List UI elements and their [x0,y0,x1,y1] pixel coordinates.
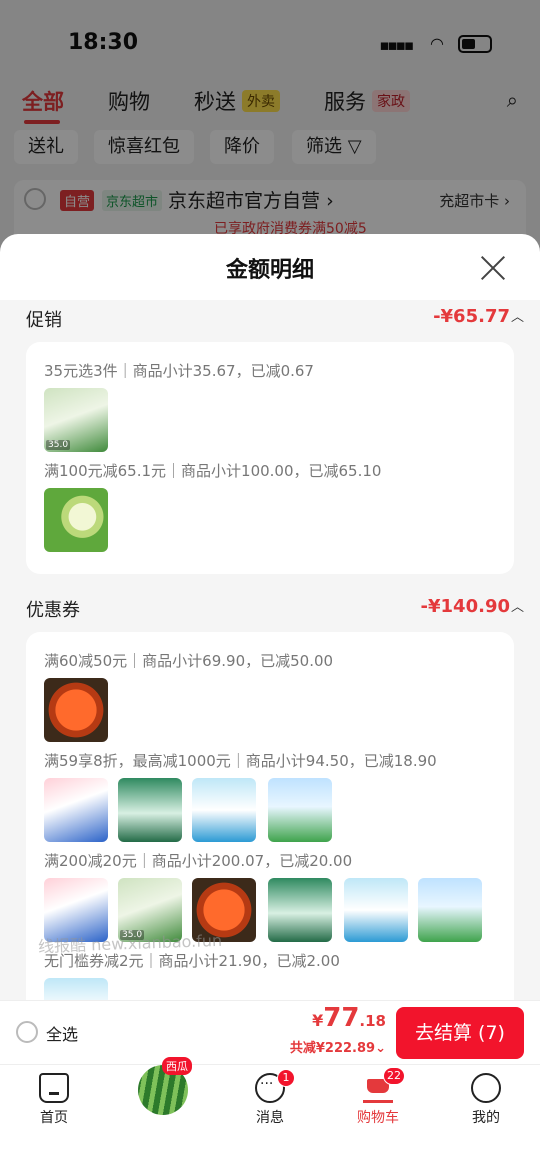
coupon-amount: -¥140.90 [420,596,510,617]
product-thumbnail[interactable] [268,878,332,942]
currency-symbol: ¥ [312,1011,324,1030]
cart-icon: 22 [363,1067,405,1103]
message-icon: 1 [255,1069,295,1103]
product-thumbnail[interactable] [268,778,332,842]
product-thumbnail[interactable] [118,778,182,842]
promo-rule: 满100元减65.1元｜商品小计100.00，已减65.10 [44,462,382,480]
product-thumbnail[interactable] [192,778,256,842]
select-all-label[interactable]: 全选 [46,1021,78,1045]
total-price: ¥77.18 [312,1003,386,1033]
user-icon [471,1073,501,1103]
product-thumbnail[interactable] [44,678,108,742]
watermelon-tag: 西瓜 [162,1057,192,1075]
product-thumbnail[interactable] [418,878,482,942]
product-thumbnail[interactable] [44,488,108,552]
tab-me-label: 我的 [472,1110,500,1126]
select-all-radio[interactable] [16,1021,38,1043]
promo-section-header[interactable]: 促销 -¥65.77 ︿ [26,306,524,334]
price-integer: 77 [323,1003,360,1033]
product-thumbnail[interactable] [44,778,108,842]
tab-cart[interactable]: 22 购物车 [338,1067,418,1127]
price-decimal: .18 [359,1012,386,1030]
tab-messages[interactable]: 1 消息 [230,1069,310,1127]
sheet-title: 金额明细 [225,258,314,283]
amount-detail-sheet: 金额明细 促销 -¥65.77 ︿ 35元选3件｜商品小计35.67，已减0.6… [0,234,540,1174]
bottom-tab-bar: 首页 西瓜 1 消息 22 购物车 我的 [0,1057,540,1174]
chevron-up-icon: ︿ [510,310,524,325]
product-thumbnail[interactable]: 35.0 [44,388,108,452]
tab-cart-label: 购物车 [357,1110,399,1126]
chevron-down-icon: ⌄ [375,1041,386,1056]
product-label-mark: 35.0 [46,440,71,450]
coupon-rule: 满60减50元｜商品小计69.90，已减50.00 [44,652,334,670]
home-icon [39,1073,69,1103]
product-thumbnail[interactable] [344,878,408,942]
total-saved-text: 共减¥222.89 [289,1041,376,1056]
tab-me[interactable]: 我的 [446,1073,526,1127]
checkout-button[interactable]: 去结算 (7) [396,1007,524,1059]
checkout-bar: 全选 ¥77.18 共减¥222.89⌄ 去结算 (7) [0,1000,540,1064]
chevron-up-icon: ︿ [510,600,524,615]
tab-messages-label: 消息 [256,1110,284,1126]
tab-home[interactable]: 首页 [14,1073,94,1127]
close-icon[interactable] [480,254,506,280]
cart-count-badge: 22 [383,1067,405,1085]
promo-amount: -¥65.77 [433,306,510,327]
promo-card: 35元选3件｜商品小计35.67，已减0.67 35.0 满100元减65.1元… [26,342,514,574]
coupon-section-header[interactable]: 优惠券 -¥140.90 ︿ [26,596,524,624]
messages-count-badge: 1 [277,1069,295,1087]
tab-home-label: 首页 [40,1110,68,1126]
promo-rule: 35元选3件｜商品小计35.67，已减0.67 [44,362,314,380]
coupon-rule: 满59享8折，最高减1000元｜商品小计94.50，已减18.90 [44,752,437,770]
coupon-rule: 满200减20元｜商品小计200.07，已减20.00 [44,852,353,870]
coupon-label: 优惠券 [26,600,80,621]
total-saved[interactable]: 共减¥222.89⌄ [290,1037,386,1056]
promo-label: 促销 [26,310,62,331]
product-thumbnail[interactable] [44,978,108,1000]
detail-content: 促销 -¥65.77 ︿ 35元选3件｜商品小计35.67，已减0.67 35.… [0,300,540,1000]
